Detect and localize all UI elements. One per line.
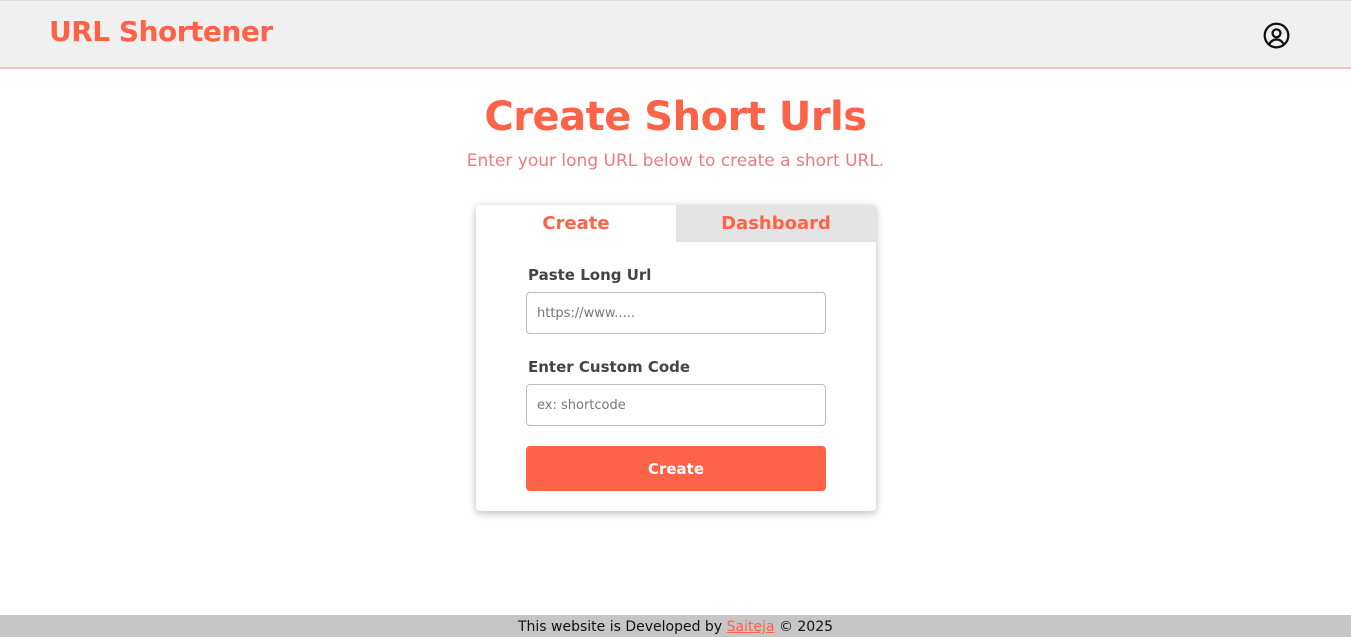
tab-create[interactable]: Create xyxy=(476,205,676,242)
page-subtitle: Enter your long URL below to create a sh… xyxy=(466,151,885,171)
user-circle-icon[interactable] xyxy=(1263,22,1290,49)
custom-code-label: Enter Custom Code xyxy=(528,358,691,376)
footer: This website is Developed by Saiteja © 2… xyxy=(0,615,1351,637)
footer-text: This website is Developed by xyxy=(517,619,727,635)
author-link[interactable]: Saiteja xyxy=(727,619,775,635)
page-title: Create Short Urls xyxy=(484,94,867,140)
brand-title[interactable]: URL Shortener xyxy=(49,15,273,48)
footer-copyright: © 2025 xyxy=(774,619,834,635)
long-url-input[interactable] xyxy=(526,292,826,334)
shortener-card: Create Dashboard Paste Long Url Enter Cu… xyxy=(476,205,876,511)
top-navbar: URL Shortener xyxy=(0,0,1351,69)
tab-dashboard[interactable]: Dashboard xyxy=(676,205,876,242)
long-url-label: Paste Long Url xyxy=(528,266,652,284)
create-button[interactable]: Create xyxy=(526,446,826,491)
custom-code-input[interactable] xyxy=(526,384,826,426)
